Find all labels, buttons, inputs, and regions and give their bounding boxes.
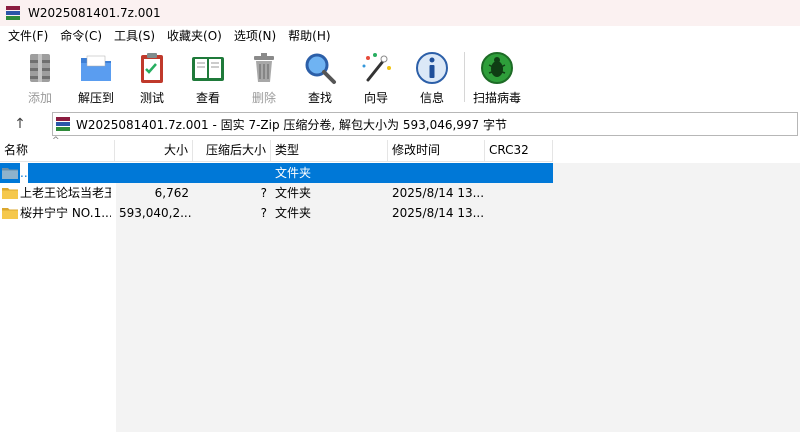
column-header-type[interactable]: 类型 <box>271 140 388 162</box>
file-modified: 2025/8/14 13... <box>392 206 485 220</box>
column-header-size[interactable]: 大小 <box>115 140 193 162</box>
menu-help[interactable]: 帮助(H) <box>282 26 336 46</box>
view-book-icon <box>192 57 224 81</box>
view-button[interactable]: 查看 <box>180 46 236 106</box>
find-button[interactable]: 查找 <box>292 46 348 106</box>
file-crc <box>485 183 553 203</box>
view-button-label: 查看 <box>195 91 220 105</box>
file-crc <box>485 203 553 223</box>
address-row: ↑ W2025081401.7z.001 - 固实 7-Zip 压缩分卷, 解包… <box>0 108 800 140</box>
virus-scan-icon <box>481 52 513 84</box>
file-packed-size <box>193 163 271 183</box>
info-button[interactable]: 信息 <box>404 46 460 106</box>
delete-button[interactable]: 删除 <box>236 46 292 106</box>
window-title: W2025081401.7z.001 <box>28 6 161 20</box>
up-arrow-icon: ↑ <box>14 116 26 132</box>
toolbar: 添加 解压到 测试 查看 删除 查找 向导 信息 扫描病毒 <box>0 46 800 108</box>
file-packed-size: ? <box>260 186 267 200</box>
menu-favorites[interactable]: 收藏夹(O) <box>161 26 228 46</box>
file-size: 6,762 <box>154 186 189 200</box>
folder-up-icon <box>2 168 18 179</box>
test-clipboard-icon <box>141 53 163 83</box>
find-magnifier-icon <box>305 53 336 84</box>
list-header: 名称 大小 压缩后大小 类型 修改时间 CRC32 <box>0 140 553 162</box>
info-button-label: 信息 <box>419 91 444 105</box>
file-type: 文件夹 <box>275 186 312 200</box>
table-row-parent[interactable]: .. 文件夹 <box>0 163 553 183</box>
file-name: .. <box>20 163 28 183</box>
winrar-app-icon <box>6 6 20 20</box>
add-archive-icon <box>30 54 50 82</box>
extract-folder-icon <box>81 55 111 81</box>
file-type: 文件夹 <box>275 166 312 180</box>
file-modified: 2025/8/14 13... <box>392 186 485 200</box>
file-name: 上老王论坛当老王 <box>20 186 111 200</box>
wizard-wand-icon <box>362 53 391 82</box>
wizard-button-label: 向导 <box>363 91 388 105</box>
file-size: 593,040,2... <box>119 206 192 220</box>
folder-icon <box>2 208 18 219</box>
delete-button-label: 删除 <box>251 91 276 105</box>
add-button[interactable]: 添加 <box>12 46 68 106</box>
find-button-label: 查找 <box>307 91 332 105</box>
column-header-crc[interactable]: CRC32 <box>485 140 553 162</box>
virus-scan-button-label: 扫描病毒 <box>472 91 521 105</box>
toolbar-separator <box>464 52 465 102</box>
up-level-button[interactable]: ↑ <box>0 108 40 140</box>
delete-trash-icon <box>254 53 274 82</box>
test-button-label: 测试 <box>139 91 164 105</box>
add-button-label: 添加 <box>27 91 52 105</box>
address-text: W2025081401.7z.001 - 固实 7-Zip 压缩分卷, 解包大小… <box>76 117 508 132</box>
menu-file[interactable]: 文件(F) <box>2 26 54 46</box>
test-button[interactable]: 测试 <box>124 46 180 106</box>
file-name: 桜井宁宁 NO.1... <box>20 206 111 220</box>
file-crc <box>485 163 553 183</box>
archive-icon <box>56 117 70 131</box>
menu-tools[interactable]: 工具(S) <box>108 26 161 46</box>
sort-ascending-icon: ^ <box>52 136 60 146</box>
extract-to-button[interactable]: 解压到 <box>68 46 124 106</box>
address-bar[interactable]: W2025081401.7z.001 - 固实 7-Zip 压缩分卷, 解包大小… <box>52 112 798 136</box>
file-list[interactable]: 名称 大小 压缩后大小 类型 修改时间 CRC32 ^ .. 文件夹 上老王论坛… <box>0 136 800 432</box>
file-size <box>115 163 193 183</box>
virus-scan-button[interactable]: 扫描病毒 <box>469 46 525 106</box>
file-rows: .. 文件夹 上老王论坛当老王 6,762 ? 文件夹 2025/8/14 13… <box>0 163 553 223</box>
menu-commands[interactable]: 命令(C) <box>54 26 108 46</box>
extract-to-button-label: 解压到 <box>77 91 114 105</box>
file-modified <box>388 163 485 183</box>
title-bar: W2025081401.7z.001 <box>0 0 800 26</box>
menu-options[interactable]: 选项(N) <box>228 26 282 46</box>
folder-icon <box>2 188 18 199</box>
file-type: 文件夹 <box>275 206 312 220</box>
info-icon <box>416 52 448 84</box>
menu-bar: 文件(F) 命令(C) 工具(S) 收藏夹(O) 选项(N) 帮助(H) <box>0 26 800 46</box>
table-row[interactable]: 上老王论坛当老王 6,762 ? 文件夹 2025/8/14 13... <box>0 183 553 203</box>
file-packed-size: ? <box>260 206 267 220</box>
column-header-packed[interactable]: 压缩后大小 <box>193 140 271 162</box>
column-header-modified[interactable]: 修改时间 <box>388 140 485 162</box>
wizard-button[interactable]: 向导 <box>348 46 404 106</box>
table-row[interactable]: 桜井宁宁 NO.1... 593,040,2... ? 文件夹 2025/8/1… <box>0 203 553 223</box>
